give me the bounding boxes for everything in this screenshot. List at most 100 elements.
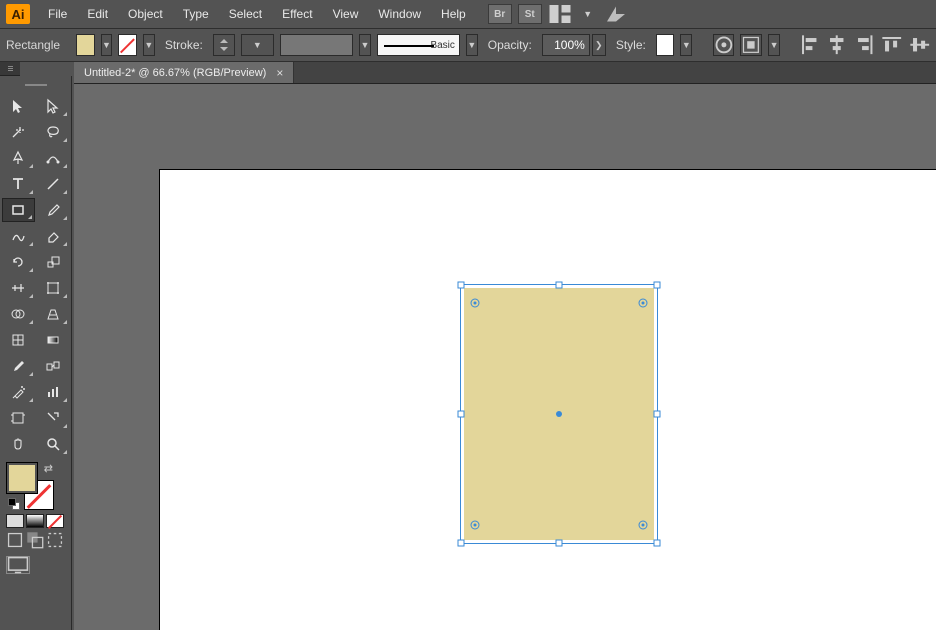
- brush-definition-caret[interactable]: ▼: [359, 34, 371, 56]
- recolor-artwork-button[interactable]: [713, 34, 735, 56]
- bridge-button[interactable]: Br: [488, 4, 512, 24]
- align-to-caret[interactable]: ▼: [768, 34, 780, 56]
- selection-tool[interactable]: [2, 94, 35, 118]
- shaper-tool[interactable]: [2, 224, 35, 248]
- column-graph-tool[interactable]: [37, 380, 70, 404]
- opacity-field[interactable]: 100%: [542, 34, 590, 56]
- draw-behind-icon[interactable]: [26, 532, 44, 548]
- rectangle-tool[interactable]: [2, 198, 35, 222]
- align-right-button[interactable]: [854, 34, 875, 56]
- perspective-tool[interactable]: [37, 302, 70, 326]
- draw-normal-icon[interactable]: [6, 532, 24, 548]
- menu-help[interactable]: Help: [431, 0, 476, 28]
- curvature-tool[interactable]: [37, 146, 70, 170]
- color-mode-none[interactable]: [46, 514, 64, 528]
- arrange-documents-icon[interactable]: [548, 4, 572, 24]
- fill-stroke-swatch[interactable]: ⇄: [6, 462, 54, 510]
- stroke-dropdown[interactable]: ▼: [143, 34, 155, 56]
- align-hcenter-button[interactable]: [826, 34, 847, 56]
- document-tab-bar: Untitled-2* @ 66.67% (RGB/Preview) ×: [74, 62, 936, 84]
- corner-radius-handle[interactable]: [470, 520, 479, 529]
- free-transform-tool[interactable]: [37, 276, 70, 300]
- direct-selection-tool[interactable]: [37, 94, 70, 118]
- menu-edit[interactable]: Edit: [77, 0, 118, 28]
- color-mode-solid[interactable]: [6, 514, 24, 528]
- canvas-area[interactable]: [74, 84, 936, 630]
- pen-tool[interactable]: [2, 146, 35, 170]
- fill-swatch[interactable]: [76, 34, 95, 56]
- rotate-tool[interactable]: [2, 250, 35, 274]
- graphic-style-caret[interactable]: ▼: [680, 34, 692, 56]
- arrange-caret-icon[interactable]: ▼: [576, 4, 600, 24]
- screen-mode-button[interactable]: [6, 556, 30, 574]
- menubar: Ai File Edit Object Type Select Effect V…: [0, 0, 936, 28]
- slice-tool[interactable]: [37, 406, 70, 430]
- menu-object[interactable]: Object: [118, 0, 173, 28]
- selection-bounding-box[interactable]: [460, 284, 658, 544]
- default-fill-stroke-icon[interactable]: [8, 498, 20, 510]
- zoom-tool[interactable]: [37, 432, 70, 456]
- stroke-weight-field[interactable]: [213, 34, 235, 56]
- eyedropper-tool[interactable]: [2, 354, 35, 378]
- align-vcenter-button[interactable]: [909, 34, 930, 56]
- selection-handle[interactable]: [654, 282, 661, 289]
- graphic-style-swatch[interactable]: [656, 34, 675, 56]
- selection-handle[interactable]: [458, 411, 465, 418]
- mesh-tool[interactable]: [2, 328, 35, 352]
- variable-width-profile[interactable]: ▼: [241, 34, 274, 56]
- menu-select[interactable]: Select: [219, 0, 272, 28]
- menu-file[interactable]: File: [38, 0, 77, 28]
- menu-window[interactable]: Window: [368, 0, 431, 28]
- selection-handle[interactable]: [556, 540, 563, 547]
- symbol-sprayer-tool[interactable]: [2, 380, 35, 404]
- brush-picker[interactable]: Basic: [377, 34, 460, 56]
- tools-panel-grip[interactable]: [2, 80, 69, 90]
- corner-radius-handle[interactable]: [639, 299, 648, 308]
- width-tool[interactable]: [2, 276, 35, 300]
- selection-handle[interactable]: [458, 540, 465, 547]
- scale-tool[interactable]: [37, 250, 70, 274]
- align-left-button[interactable]: [799, 34, 820, 56]
- selection-handle[interactable]: [654, 540, 661, 547]
- shape-builder-tool[interactable]: [2, 302, 35, 326]
- gradient-tool[interactable]: [37, 328, 70, 352]
- color-mode-row: [6, 514, 65, 528]
- menu-view[interactable]: View: [323, 0, 369, 28]
- fill-color-front[interactable]: [6, 462, 38, 494]
- stroke-swatch[interactable]: [118, 34, 137, 56]
- align-top-button[interactable]: [881, 34, 902, 56]
- selection-handle[interactable]: [556, 282, 563, 289]
- corner-radius-handle[interactable]: [470, 299, 479, 308]
- type-tool[interactable]: [2, 172, 35, 196]
- magic-wand-tool[interactable]: [2, 120, 35, 144]
- brush-definition-swatch[interactable]: [280, 34, 353, 56]
- draw-mode-row: [6, 532, 65, 548]
- menu-effect[interactable]: Effect: [272, 0, 322, 28]
- lasso-tool[interactable]: [37, 120, 70, 144]
- stock-button[interactable]: St: [518, 4, 542, 24]
- color-mode-gradient[interactable]: [26, 514, 44, 528]
- swap-fill-stroke-icon[interactable]: ⇄: [44, 462, 53, 475]
- brush-picker-caret[interactable]: ▼: [466, 34, 478, 56]
- corner-radius-handle[interactable]: [639, 520, 648, 529]
- blend-tool[interactable]: [37, 354, 70, 378]
- close-icon[interactable]: ×: [276, 66, 283, 80]
- paintbrush-tool[interactable]: [37, 198, 70, 222]
- document-tab[interactable]: Untitled-2* @ 66.67% (RGB/Preview) ×: [74, 62, 294, 83]
- gpu-icon[interactable]: [604, 4, 628, 24]
- draw-inside-icon[interactable]: [46, 532, 64, 548]
- artboard-tool[interactable]: [2, 406, 35, 430]
- stroke-label: Stroke:: [161, 38, 207, 52]
- hand-tool[interactable]: [2, 432, 35, 456]
- selection-handle[interactable]: [654, 411, 661, 418]
- fill-dropdown[interactable]: ▼: [101, 34, 113, 56]
- screen-mode-row: [6, 556, 65, 574]
- document-tab-title: Untitled-2* @ 66.67% (RGB/Preview): [84, 67, 266, 79]
- align-to-button[interactable]: [740, 34, 762, 56]
- menu-type[interactable]: Type: [173, 0, 219, 28]
- opacity-caret[interactable]: ❯: [592, 34, 606, 56]
- line-tool[interactable]: [37, 172, 70, 196]
- dock-collapse-grip[interactable]: [0, 62, 20, 76]
- selection-handle[interactable]: [458, 282, 465, 289]
- eraser-tool[interactable]: [37, 224, 70, 248]
